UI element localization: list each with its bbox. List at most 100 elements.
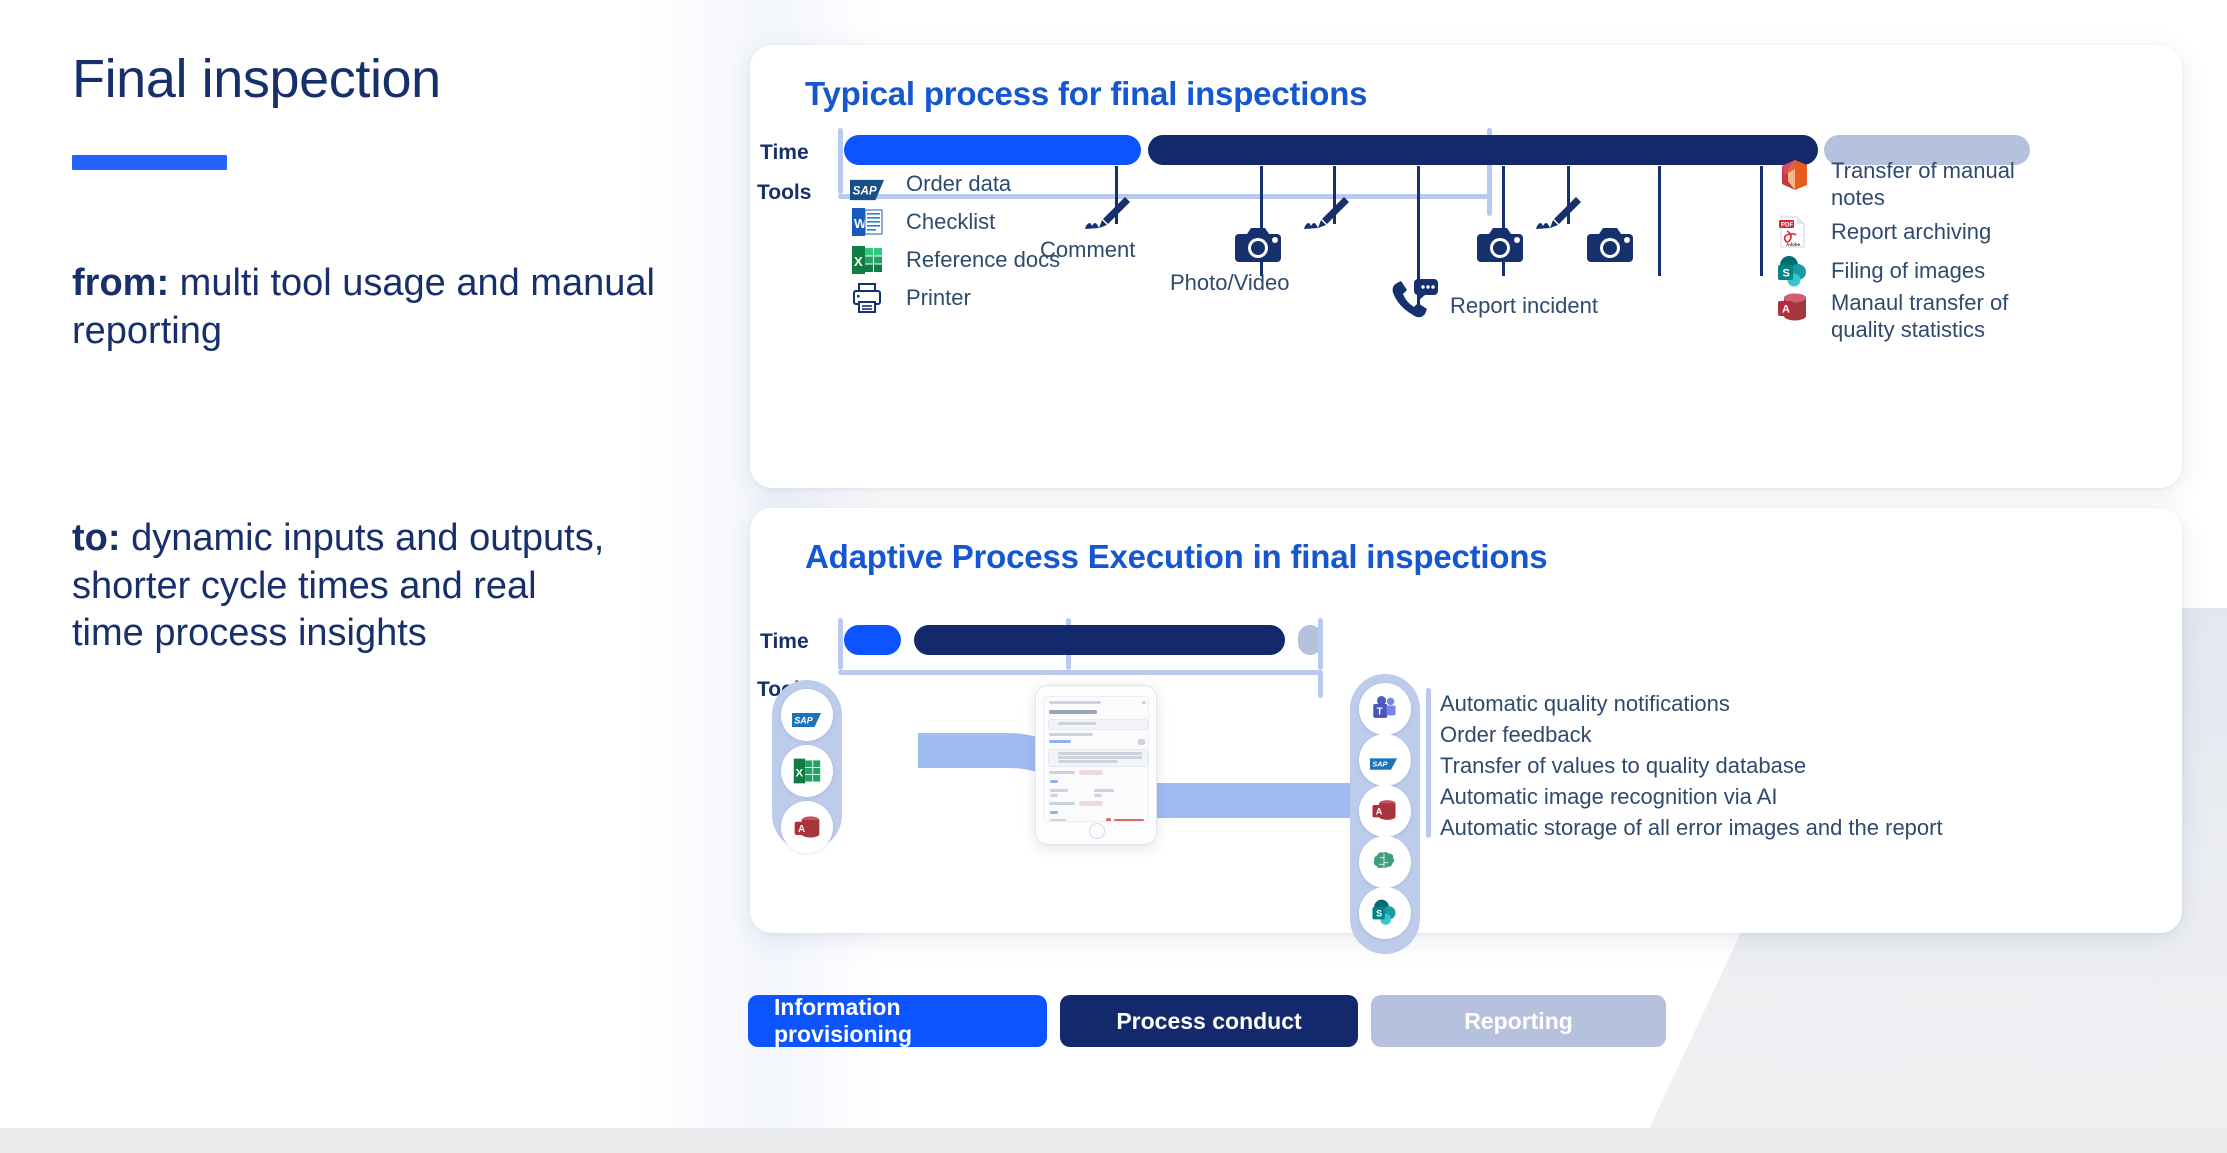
tablet-home-button xyxy=(1089,823,1105,839)
svg-text:S: S xyxy=(1376,909,1382,919)
output-icon-sharepoint[interactable]: S xyxy=(1359,887,1411,939)
annotation-comment: Comment xyxy=(1040,237,1136,262)
sap-logo-icon: SAP xyxy=(850,167,884,201)
svg-text:SAP: SAP xyxy=(794,715,812,725)
tool-item-order-data[interactable]: SAP Order data xyxy=(850,167,1011,201)
access-icon: A xyxy=(1370,796,1400,826)
output-label-image-recognition: Automatic image recognition via AI xyxy=(1440,784,1778,809)
tool-label: Checklist xyxy=(906,208,996,234)
timeline-axis-right xyxy=(1318,618,1323,670)
svg-text:A: A xyxy=(1376,807,1383,817)
sap-logo-icon: SAP xyxy=(1370,745,1400,775)
pencil-icon xyxy=(1303,193,1353,238)
legend-reporting[interactable]: Reporting xyxy=(1371,995,1666,1047)
timeline-axis-left xyxy=(838,618,843,670)
card-typical-title: Typical process for final inspections xyxy=(805,75,1368,112)
svg-text:X: X xyxy=(854,254,863,269)
access-icon: A xyxy=(792,812,822,842)
output-icon-sap[interactable]: SAP xyxy=(1359,734,1411,786)
annotation-photo-video: Photo/Video xyxy=(1170,270,1290,295)
tablet-screen xyxy=(1043,696,1149,822)
legend-bar: Information provisioning Process conduct… xyxy=(748,994,1666,1047)
svg-text:PDF: PDF xyxy=(1781,223,1793,229)
tool-item-manual-transfer-quality-statistics[interactable]: A Manaul transfer of quality statistics xyxy=(1775,290,2061,344)
sharepoint-icon: S xyxy=(1775,254,1809,288)
timeline-segment-information-provisioning[interactable] xyxy=(844,135,1141,165)
tool-item-transfer-manual-notes[interactable]: Transfer of manual notes xyxy=(1775,158,2041,212)
background-bottom-strip xyxy=(0,1128,2227,1153)
from-statement: from: multi tool usage and manual report… xyxy=(72,260,682,355)
output-label-order-feedback: Order feedback xyxy=(1440,722,1592,747)
excel-icon: X xyxy=(792,756,822,786)
timeline-baseline-right xyxy=(1066,670,1322,675)
to-statement: to: dynamic inputs and outputs, shorter … xyxy=(72,515,612,658)
legend-process-conduct[interactable]: Process conduct xyxy=(1060,995,1358,1047)
page-title: Final inspection xyxy=(72,49,441,109)
input-tool-excel[interactable]: X xyxy=(781,745,833,797)
input-tool-access[interactable]: A xyxy=(781,801,833,853)
from-label: from: xyxy=(72,262,170,305)
tick-photo-3 xyxy=(1658,166,1661,276)
tool-item-reference-docs[interactable]: X Reference docs xyxy=(850,243,1060,277)
output-icon-ai[interactable] xyxy=(1359,836,1411,888)
intro-column: Final inspection from: multi tool usage … xyxy=(72,50,712,658)
access-icon: A xyxy=(1775,290,1809,324)
tick-right-tools xyxy=(1760,166,1763,276)
office-icon xyxy=(1775,158,1809,192)
output-icon-teams[interactable]: T xyxy=(1359,683,1411,735)
tool-label: Order data xyxy=(906,170,1012,196)
legend-information-provisioning[interactable]: Information provisioning xyxy=(748,994,1047,1047)
annotation-report-incident: Report incident xyxy=(1450,293,1598,318)
output-label-quality-notifications: Automatic quality notifications xyxy=(1440,691,1730,716)
phone-chat-icon xyxy=(1388,277,1440,330)
camera-icon xyxy=(1585,226,1635,269)
to-label: to: xyxy=(72,517,121,560)
timeline-segment-process-conduct[interactable] xyxy=(914,625,1285,655)
camera-icon xyxy=(1233,226,1283,269)
output-label-automatic-storage: Automatic storage of all error images an… xyxy=(1440,815,1943,840)
svg-text:S: S xyxy=(1783,268,1790,280)
tool-item-report-archiving[interactable]: PDF Adobe Report archiving xyxy=(1775,215,1991,249)
timeline-axis-left xyxy=(838,128,843,194)
card-adaptive-title: Adaptive Process Execution in final insp… xyxy=(805,538,1548,575)
tool-item-printer[interactable]: Printer xyxy=(850,281,971,315)
time-row-label: Time xyxy=(760,630,809,653)
tool-label: Report archiving xyxy=(1831,218,1992,244)
timeline-segment-process-conduct[interactable] xyxy=(1148,135,1818,165)
camera-icon xyxy=(1475,226,1525,269)
svg-text:Adobe: Adobe xyxy=(1786,242,1801,247)
ai-brain-icon xyxy=(1370,847,1400,877)
svg-text:SAP: SAP xyxy=(853,184,877,197)
output-list-rule xyxy=(1426,688,1431,838)
pencil-icon xyxy=(1535,193,1585,238)
card-adaptive-process: Adaptive Process Execution in final insp… xyxy=(750,508,2182,954)
word-icon: W xyxy=(850,205,884,239)
timeline-segment-information-provisioning[interactable] xyxy=(844,625,901,655)
tool-item-filing-of-images[interactable]: S Filing of images xyxy=(1775,254,1985,288)
tool-label: Reference docs xyxy=(906,246,1061,272)
tablet-inspection-form[interactable] xyxy=(1035,685,1157,845)
printer-icon xyxy=(850,281,884,315)
tool-label: Transfer of manual notes xyxy=(1831,158,2015,210)
output-label-transfer-values: Transfer of values to quality database xyxy=(1440,753,1807,778)
pencil-icon xyxy=(1084,193,1134,238)
tool-label: Printer xyxy=(906,284,971,310)
output-icon-access[interactable]: A xyxy=(1359,785,1411,837)
sharepoint-icon: S xyxy=(1370,898,1400,928)
teams-icon: T xyxy=(1370,694,1400,724)
card-typical-process: Typical process for final inspections Ti… xyxy=(750,45,2182,488)
tool-label: Manaul transfer of quality statistics xyxy=(1831,290,2009,342)
svg-text:T: T xyxy=(1377,707,1383,718)
svg-text:X: X xyxy=(796,767,804,779)
to-text: dynamic inputs and outputs, shorter cycl… xyxy=(72,517,605,655)
tool-item-checklist[interactable]: W Checklist xyxy=(850,205,995,239)
tool-label: Filing of images xyxy=(1831,257,1986,283)
svg-text:A: A xyxy=(1782,304,1790,316)
input-tool-sap[interactable]: SAP xyxy=(781,689,833,741)
pdf-icon: PDF Adobe xyxy=(1775,215,1809,249)
tools-row-label: Tools xyxy=(757,181,812,204)
svg-text:SAP: SAP xyxy=(1372,760,1387,769)
excel-icon: X xyxy=(850,243,884,277)
sap-logo-icon: SAP xyxy=(792,700,822,730)
timeline-baseline xyxy=(838,670,1070,675)
